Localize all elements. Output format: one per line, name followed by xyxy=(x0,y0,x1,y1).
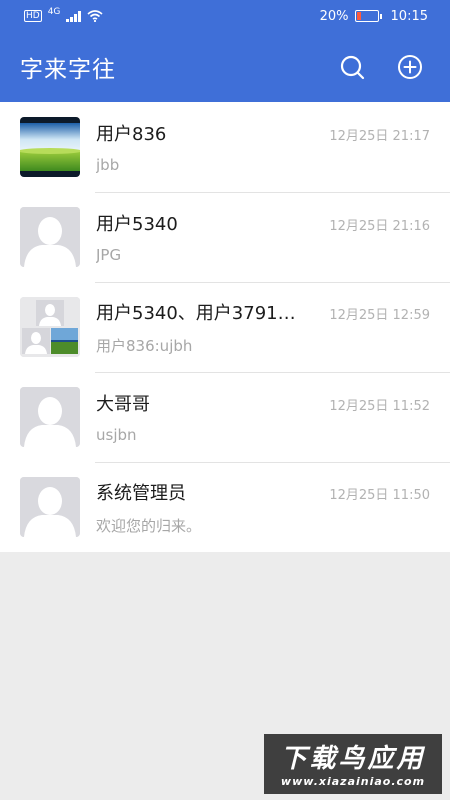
conversation-preview: 用户836:ujbh xyxy=(96,336,193,355)
group-avatar-icon xyxy=(20,297,80,357)
conversation-preview: 欢迎您的归来。 xyxy=(96,516,202,535)
search-icon xyxy=(340,55,365,80)
conversation-row[interactable]: 大哥哥 12月25日 11:52 usjbn xyxy=(0,372,450,462)
conversation-time: 12月25日 21:16 xyxy=(329,219,430,234)
search-button[interactable] xyxy=(330,45,374,89)
default-person-icon xyxy=(20,477,80,537)
conversation-row[interactable]: 用户836 12月25日 21:17 jbb xyxy=(0,102,450,192)
landscape-photo-icon xyxy=(20,117,80,177)
network-label: HD xyxy=(24,10,42,22)
conversation-row[interactable]: 用户5340 12月25日 21:16 JPG xyxy=(0,192,450,282)
watermark-title: 下载鸟应用 xyxy=(280,744,426,774)
network-type: 4G xyxy=(47,7,61,17)
conversation-time: 12月25日 21:17 xyxy=(329,129,430,144)
avatar xyxy=(20,117,80,177)
default-person-icon xyxy=(20,387,80,447)
watermark-url: www.xiazainiao.com xyxy=(280,775,426,788)
clock: 10:15 xyxy=(390,8,428,24)
wifi-icon xyxy=(87,10,103,22)
conversation-time: 12月25日 11:50 xyxy=(329,487,430,503)
add-button[interactable] xyxy=(388,45,432,89)
conversation-name: 用户5340 xyxy=(96,214,178,235)
conversation-row[interactable]: 系统管理员 12月25日 11:50 欢迎您的归来。 xyxy=(0,462,450,552)
status-bar: HD 4G 20% 10:15 xyxy=(0,0,450,32)
app-bar: 字来字往 xyxy=(0,32,450,102)
conversation-preview: usjbn xyxy=(96,426,137,444)
conversation-name: 大哥哥 xyxy=(96,394,150,415)
conversation-list: 用户836 12月25日 21:17 jbb 用户5340 12月25日 21:… xyxy=(0,102,450,552)
battery-percent: 20% xyxy=(319,8,349,24)
conversation-time: 12月25日 12:59 xyxy=(329,307,430,323)
signal-icon xyxy=(66,10,81,22)
conversation-name: 系统管理员 xyxy=(96,482,186,504)
conversation-preview: jbb xyxy=(96,156,120,174)
watermark: 下载鸟应用 www.xiazainiao.com xyxy=(264,734,442,794)
conversation-name: 用户5340、用户3791、用户836 xyxy=(96,302,311,324)
conversation-time: 12月25日 11:52 xyxy=(329,399,430,414)
app-title: 字来字往 xyxy=(20,57,116,83)
plus-circle-icon xyxy=(398,55,422,79)
conversation-preview: JPG xyxy=(96,246,122,264)
avatar xyxy=(20,477,80,537)
battery-icon xyxy=(354,10,382,22)
conversation-name: 用户836 xyxy=(96,124,167,145)
avatar xyxy=(20,207,80,267)
avatar xyxy=(20,387,80,447)
avatar xyxy=(20,297,80,357)
default-person-icon xyxy=(20,207,80,267)
conversation-row[interactable]: 用户5340、用户3791、用户836 12月25日 12:59 用户836:u… xyxy=(0,282,450,372)
